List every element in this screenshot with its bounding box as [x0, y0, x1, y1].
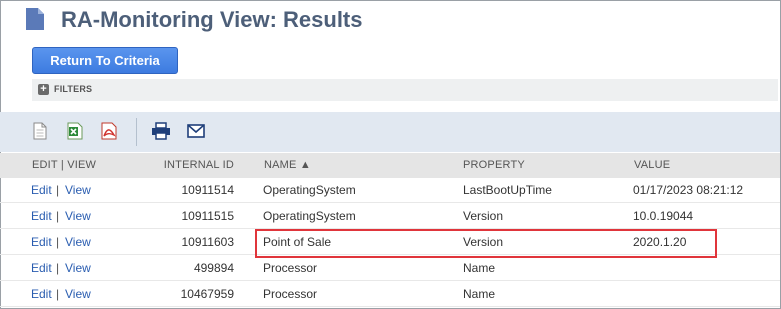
header-property[interactable]: PROPERTY — [463, 159, 525, 171]
table-row: Edit | View 499894 Processor Name — [0, 256, 780, 281]
property-cell: Name — [463, 287, 496, 301]
edit-link[interactable]: Edit — [31, 261, 52, 275]
value-cell: 01/17/2023 08:21:12 — [633, 183, 744, 197]
name-cell: OperatingSystem — [263, 183, 356, 197]
email-icon[interactable] — [187, 124, 205, 138]
document-icon[interactable] — [33, 122, 47, 140]
expand-filters-icon[interactable]: + — [38, 84, 49, 95]
internal-id-cell: 499894 — [193, 261, 234, 275]
table-header-row: EDIT | VIEW INTERNAL ID NAME ▲ PROPERTY … — [0, 153, 780, 178]
export-toolbar — [0, 112, 780, 152]
table-row: Edit | View 10911515 OperatingSystem Ver… — [0, 204, 780, 229]
toolbar-separator — [136, 118, 137, 146]
name-cell: Processor — [263, 261, 318, 275]
header-edit-view: EDIT | VIEW — [32, 159, 97, 171]
internal-id-cell: 10467959 — [180, 287, 234, 301]
print-icon[interactable] — [151, 122, 171, 140]
link-separator: | — [56, 235, 60, 249]
page-title: RA-Monitoring View: Results — [61, 7, 363, 32]
internal-id-cell: 10911515 — [181, 209, 235, 223]
property-cell: LastBootUpTime — [463, 183, 552, 197]
header-internal-id[interactable]: INTERNAL ID — [164, 159, 234, 171]
view-link[interactable]: View — [65, 209, 91, 223]
pdf-icon[interactable] — [101, 122, 117, 140]
edit-link[interactable]: Edit — [31, 183, 52, 197]
view-link[interactable]: View — [65, 287, 91, 301]
edit-link[interactable]: Edit — [31, 235, 52, 249]
name-cell: Processor — [263, 287, 318, 301]
property-cell: Version — [463, 209, 504, 223]
view-link[interactable]: View — [65, 261, 91, 275]
property-cell: Name — [463, 261, 496, 275]
view-link[interactable]: View — [65, 235, 91, 249]
link-separator: | — [56, 261, 60, 275]
table-row: Edit | View 10911514 OperatingSystem Las… — [0, 178, 780, 203]
name-cell: OperatingSystem — [263, 209, 356, 223]
value-cell: 10.0.19044 — [633, 209, 694, 223]
internal-id-cell: 10911603 — [181, 235, 235, 249]
link-separator: | — [56, 183, 60, 197]
internal-id-cell: 10911514 — [181, 183, 235, 197]
header-value[interactable]: VALUE — [634, 159, 670, 171]
link-separator: | — [56, 209, 60, 223]
edit-link[interactable]: Edit — [31, 209, 52, 223]
highlight-annotation — [255, 229, 717, 258]
table-row: Edit | View 10467959 Processor Name — [0, 282, 780, 307]
view-link[interactable]: View — [65, 183, 91, 197]
excel-icon[interactable] — [67, 122, 83, 140]
return-to-criteria-button[interactable]: Return To Criteria — [32, 47, 178, 74]
edit-link[interactable]: Edit — [31, 287, 52, 301]
link-separator: | — [56, 287, 60, 301]
filters-bar[interactable]: + FILTERS — [32, 79, 778, 101]
header-name[interactable]: NAME ▲ — [264, 159, 311, 171]
filters-label[interactable]: FILTERS — [54, 84, 92, 94]
page-document-icon — [26, 8, 44, 30]
